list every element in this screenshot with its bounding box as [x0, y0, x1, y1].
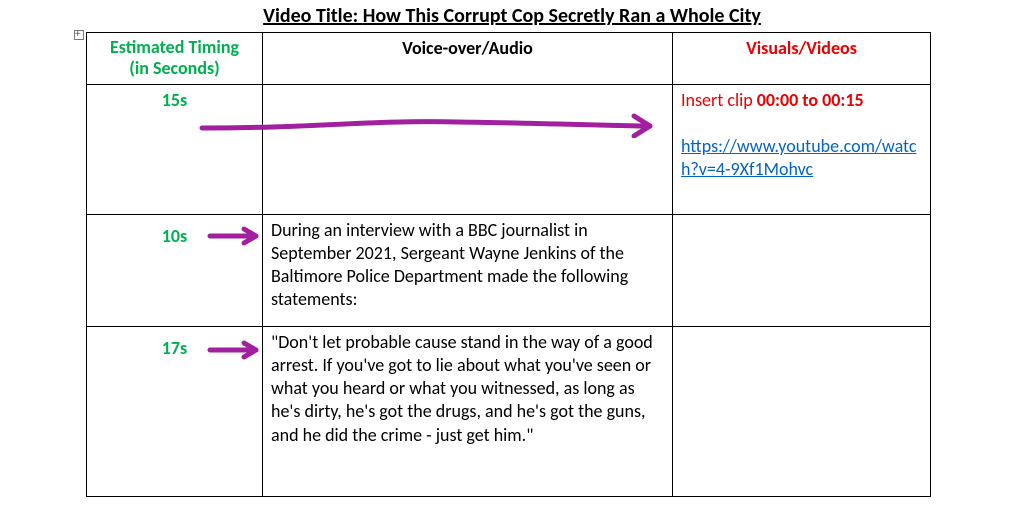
timing-cell: 10s: [87, 215, 263, 327]
table-row: 17s "Don't let probable cause stand in t…: [87, 327, 931, 497]
insert-prefix: Insert clip: [681, 89, 757, 111]
timing-value: 10s: [162, 225, 187, 247]
audio-text: During an interview with a BBC journalis…: [271, 219, 628, 310]
header-audio: Voice-over/Audio: [263, 33, 673, 85]
timing-cell: 15s: [87, 85, 263, 215]
source-link[interactable]: https://www.youtube.com/watch?v=4-9Xf1Mo…: [681, 135, 922, 182]
visual-cell: Insert clip 00:00 to 00:15 https://www.y…: [673, 85, 931, 215]
header-timing-l2: (in Seconds): [129, 57, 220, 79]
script-table: Estimated Timing (in Seconds) Voice-over…: [86, 32, 931, 497]
table-anchor-icon: [74, 30, 84, 40]
audio-text: "Don't let probable cause stand in the w…: [271, 331, 653, 445]
audio-cell: During an interview with a BBC journalis…: [263, 215, 673, 327]
audio-cell: "Don't let probable cause stand in the w…: [263, 327, 673, 497]
visual-cell: [673, 215, 931, 327]
header-timing-l1: Estimated Timing: [110, 36, 239, 58]
timing-cell: 17s: [87, 327, 263, 497]
table-row: 15s Insert clip 00:00 to 00:15 https://w…: [87, 85, 931, 215]
header-visuals: Visuals/Videos: [673, 33, 931, 85]
page-title: Video Title: How This Corrupt Cop Secret…: [0, 0, 1024, 34]
header-timing: Estimated Timing (in Seconds): [87, 33, 263, 85]
timing-value: 17s: [162, 337, 187, 359]
title-prefix: Video Title:: [263, 4, 363, 28]
timing-value: 15s: [162, 89, 187, 111]
title-main: How This Corrupt Cop Secretly Ran a Whol…: [363, 4, 761, 28]
visual-cell: [673, 327, 931, 497]
insert-range: 00:00 to 00:15: [757, 89, 864, 111]
audio-cell: [263, 85, 673, 215]
insert-clip-text: Insert clip 00:00 to 00:15: [681, 89, 864, 111]
table-header-row: Estimated Timing (in Seconds) Voice-over…: [87, 33, 931, 85]
table-row: 10s During an interview with a BBC journ…: [87, 215, 931, 327]
